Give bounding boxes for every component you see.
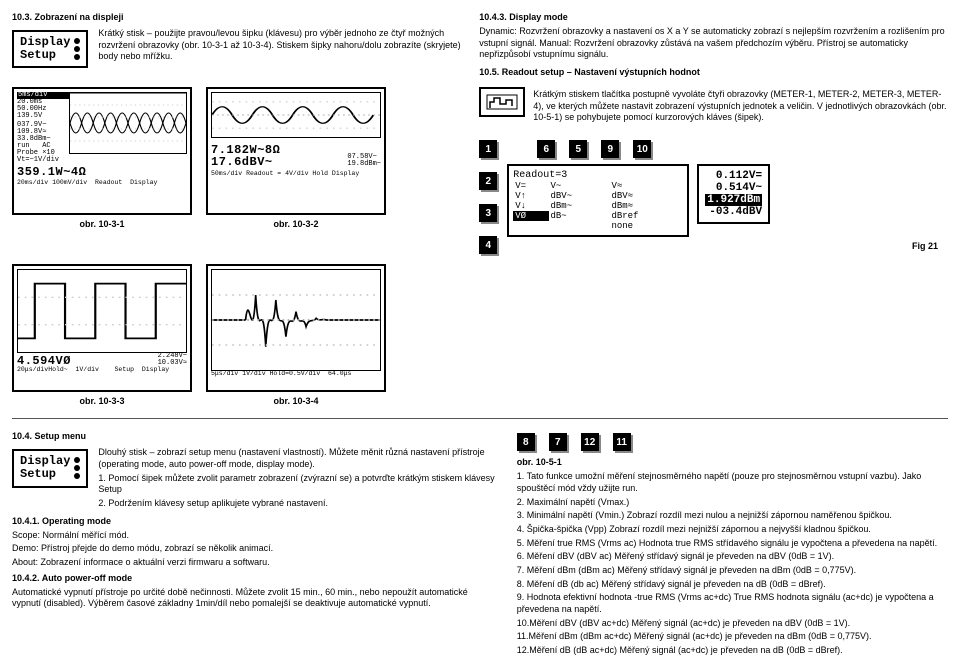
section-10-4-3-text: Dynamic: Rozvržení obrazovky a nastavení… bbox=[479, 26, 948, 61]
item-9: 9. Hodnota efektivní hodnota -true RMS (… bbox=[517, 592, 948, 615]
fig-10-5-1-label: obr. 10-5-1 bbox=[517, 457, 948, 467]
item-3: 3. Minimální napětí (Vmin.) Zobrazí rozd… bbox=[517, 510, 948, 522]
scope-line: Scope: Normální měřící mód. bbox=[12, 530, 499, 542]
section-10-5-text: Krátkým stiskem tlačítka postupně vyvolá… bbox=[533, 89, 948, 124]
item-10: 10.Měření dBV (dBV ac+dc) Měřený signál … bbox=[517, 618, 948, 630]
display-setup-button-icon: Display Setup bbox=[12, 30, 88, 68]
fig-10-3-3-label: obr. 10-3-3 bbox=[79, 396, 124, 406]
item-1: 1. Tato funkce umožní měření stejnosměrn… bbox=[517, 471, 948, 494]
section-10-4-p3: 2. Podržením klávesy setup aplikujete vy… bbox=[98, 498, 498, 510]
section-10-4-p1: Dlouhý stisk – zobrazí setup menu (nasta… bbox=[98, 447, 498, 470]
section-10-4-1-title: 10.4.1. Operating mode bbox=[12, 516, 499, 526]
lcd-fig-10-3-2: 7.182W~8Ω 17.6dBV~ 07.58V~ 19.8dBm~ 50ms… bbox=[206, 87, 386, 215]
bottom-badges: 8 7 12 11 bbox=[517, 433, 948, 451]
readout-setup-icon bbox=[479, 87, 525, 117]
setup-label: Setup bbox=[20, 49, 70, 62]
lcd-fig-10-3-4: 5μs/div 1V/div Hold=0.5V/div 64.0μs bbox=[206, 264, 386, 392]
lcd-fig-10-3-3: 4.594VØ 2.248V~10.03V≈ 20μs/divHold~ 1V/… bbox=[12, 264, 192, 392]
section-10-3-intro: Krátký stisk – použijte pravou/levou šip… bbox=[98, 28, 461, 63]
about-line: About: Zobrazení informace o aktuální ve… bbox=[12, 557, 499, 569]
top-badges: 6 5 9 10 bbox=[507, 140, 948, 158]
item-8: 8. Měření dB (db ac) Měřený střídavý sig… bbox=[517, 579, 948, 591]
item-7: 7. Měření dBm (dBm ac) Měřený střídavý s… bbox=[517, 565, 948, 577]
section-10-4-3-title: 10.4.3. Display mode bbox=[479, 12, 948, 22]
fig-10-3-2-label: obr. 10-3-2 bbox=[273, 219, 318, 229]
fig-21-label: Fig 21 bbox=[507, 241, 938, 251]
lcd-fig-10-3-1: 5ms/div 20.0ms 50.00Hz 139.5V 037.9V~ 10… bbox=[12, 87, 192, 215]
section-10-3-title: 10.3. Zobrazení na displeji bbox=[12, 12, 461, 22]
section-10-5-title: 10.5. Readout setup – Nastavení výstupní… bbox=[479, 67, 948, 77]
demo-line: Demo: Přístroj přejde do demo módu, zobr… bbox=[12, 543, 499, 555]
item-4: 4. Špička-špička (Vpp) Zobrazí rozdíl me… bbox=[517, 524, 948, 536]
item-11: 11.Měření dBm (dBm ac+dc) Měřený signál … bbox=[517, 631, 948, 643]
section-10-4-p2: 1. Pomocí šipek můžete zvolit parametr z… bbox=[98, 473, 498, 496]
display-setup-button-icon-2: Display Setup bbox=[12, 449, 88, 487]
item-6: 6. Měření dBV (dBV ac) Měřený střídavý s… bbox=[517, 551, 948, 563]
section-10-4-2-text: Automatické vypnutí přístroje po určité … bbox=[12, 587, 499, 610]
readout-menu-box: Readout=3 V=V~V≈ V↑dBV~dBV≈ V↓dBm~dBm≈ V… bbox=[507, 164, 689, 237]
item-12: 12.Měření dB (dB ac+dc) Měřený signál (a… bbox=[517, 645, 948, 657]
item-5: 5. Měření true RMS (Vrms ac) Hodnota tru… bbox=[517, 538, 948, 550]
fig-10-3-1-label: obr. 10-3-1 bbox=[79, 219, 124, 229]
fig-10-3-4-label: obr. 10-3-4 bbox=[273, 396, 318, 406]
left-badges: 1 2 3 4 bbox=[479, 140, 497, 254]
section-10-4-title: 10.4. Setup menu bbox=[12, 431, 499, 441]
item-2: 2. Maximální napětí (Vmax.) bbox=[517, 497, 948, 509]
